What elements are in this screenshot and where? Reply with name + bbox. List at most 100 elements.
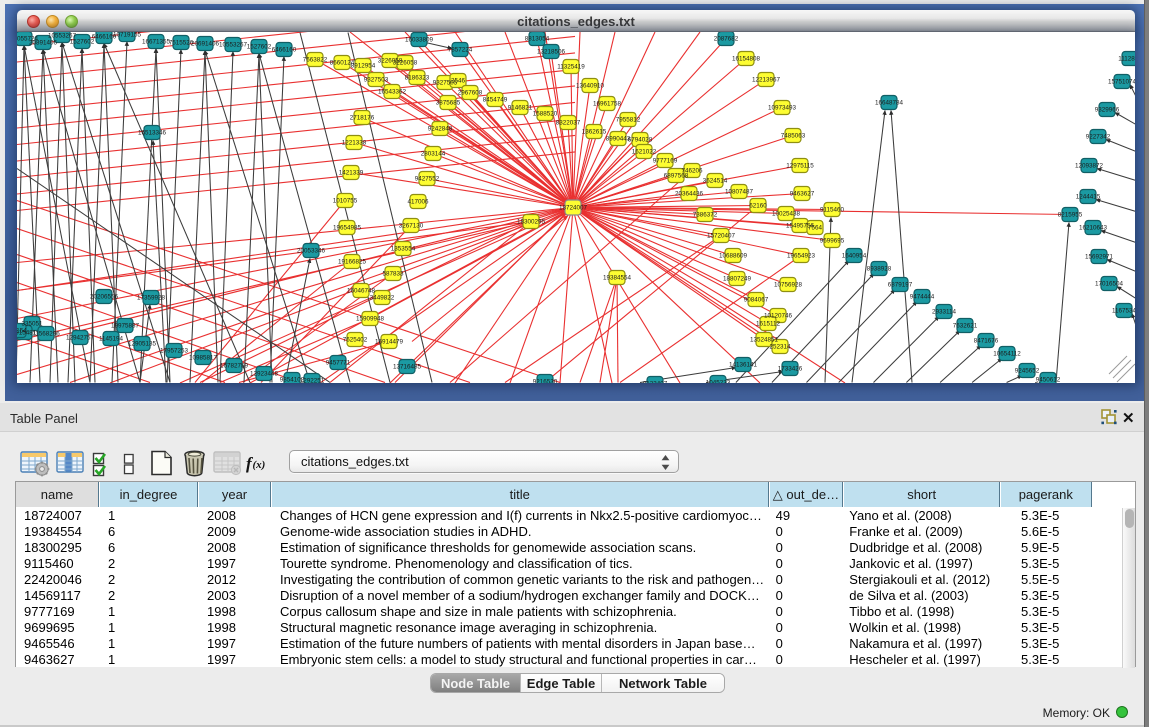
svg-text:15751074: 15751074 <box>1108 79 1135 86</box>
svg-text:1244415: 1244415 <box>1076 194 1101 201</box>
svg-text:6466160: 6466160 <box>272 47 297 54</box>
svg-text:13716485: 13716485 <box>393 364 422 371</box>
svg-text:16154808: 16154808 <box>732 56 761 63</box>
svg-text:9450612: 9450612 <box>1036 377 1061 384</box>
svg-text:16543362: 16543362 <box>378 89 407 96</box>
svg-text:17016504: 17016504 <box>1095 281 1124 288</box>
svg-text:8912954: 8912954 <box>351 63 376 70</box>
svg-text:1640954: 1640954 <box>842 253 867 260</box>
svg-text:39154: 39154 <box>17 328 27 335</box>
svg-text:746206: 746206 <box>681 168 703 175</box>
svg-text:7386372: 7386372 <box>693 212 718 219</box>
svg-text:62160: 62160 <box>749 203 767 210</box>
svg-text:16914479: 16914479 <box>375 339 404 346</box>
svg-text:1621022: 1621022 <box>632 149 657 156</box>
svg-text:2933114: 2933114 <box>932 309 957 316</box>
svg-text:7625402: 7625402 <box>343 337 368 344</box>
svg-text:9242848: 9242848 <box>428 126 453 133</box>
svg-text:1615112: 1615112 <box>756 321 781 328</box>
svg-text:1010755: 1010755 <box>333 198 358 205</box>
svg-text:10654112: 10654112 <box>993 351 1021 358</box>
svg-text:9216530: 9216530 <box>533 379 558 384</box>
svg-text:16671355: 16671355 <box>142 39 171 46</box>
svg-text:335051: 335051 <box>21 321 43 328</box>
svg-text:9329966: 9329966 <box>1095 107 1120 114</box>
svg-text:19166825: 19166825 <box>338 259 367 266</box>
svg-text:10719155: 10719155 <box>113 32 142 39</box>
svg-text:13218506: 13218506 <box>537 49 566 56</box>
svg-text:8322037: 8322037 <box>556 120 581 127</box>
svg-text:13640910: 13640910 <box>576 83 605 90</box>
svg-text:7564: 7564 <box>808 225 823 232</box>
svg-text:20364436: 20364436 <box>675 191 704 198</box>
svg-text:1421339: 1421339 <box>339 170 364 177</box>
svg-text:15909948: 15909948 <box>356 316 385 323</box>
svg-text:19975887: 19975887 <box>111 323 140 330</box>
svg-text:12905135: 12905135 <box>128 341 157 348</box>
svg-text:13524851: 13524851 <box>750 337 779 344</box>
svg-text:3226058: 3226058 <box>393 60 418 67</box>
svg-text:8186323: 8186323 <box>405 75 430 82</box>
svg-text:19654923: 19654923 <box>787 253 816 260</box>
svg-text:7663822: 7663822 <box>303 57 328 64</box>
svg-text:12923448: 12923448 <box>250 371 279 378</box>
svg-text:8813054: 8813054 <box>525 36 550 43</box>
svg-text:7485063: 7485063 <box>781 133 806 140</box>
svg-text:3875685: 3875685 <box>436 100 461 107</box>
svg-text:3449822: 3449822 <box>370 295 395 302</box>
svg-text:18807249: 18807249 <box>723 276 752 283</box>
svg-text:10985817: 10985817 <box>189 355 218 362</box>
svg-text:18300295: 18300295 <box>517 219 546 226</box>
svg-text:6879197: 6879197 <box>888 282 913 289</box>
svg-text:7632621: 7632621 <box>953 323 978 330</box>
svg-text:9227342: 9227342 <box>1086 134 1111 141</box>
svg-text:11325419: 11325419 <box>557 64 585 71</box>
svg-text:7955812: 7955812 <box>616 117 641 124</box>
svg-text:1112853: 1112853 <box>1118 56 1135 63</box>
svg-text:9327503: 9327503 <box>364 77 389 84</box>
svg-text:3267130: 3267130 <box>399 223 424 230</box>
svg-text:2803144: 2803144 <box>421 151 446 158</box>
svg-text:8454749: 8454749 <box>483 97 508 104</box>
svg-text:1353554: 1353554 <box>391 246 416 253</box>
svg-text:18724007: 18724007 <box>559 205 588 212</box>
svg-text:2546: 2546 <box>451 78 466 85</box>
svg-text:20891406: 20891406 <box>29 40 58 47</box>
svg-text:1045233: 1045233 <box>706 380 731 384</box>
svg-text:417006: 417006 <box>407 199 429 206</box>
svg-text:11568296: 11568296 <box>32 331 60 338</box>
svg-text:10756928: 10756928 <box>774 282 803 289</box>
svg-text:9463627: 9463627 <box>790 191 815 198</box>
svg-text:20691406: 20691406 <box>191 41 220 48</box>
svg-text:1527602: 1527602 <box>247 44 272 51</box>
svg-text:9474444: 9474444 <box>910 294 935 301</box>
svg-text:10025438: 10025438 <box>772 211 801 218</box>
svg-text:14136141: 14136141 <box>729 362 758 369</box>
svg-text:20053346: 20053346 <box>297 248 326 255</box>
svg-text:9457771: 9457771 <box>326 360 351 367</box>
svg-text:9245652: 9245652 <box>1015 368 1040 375</box>
svg-text:2967608: 2967608 <box>458 90 483 97</box>
svg-text:9115460: 9115460 <box>820 207 845 214</box>
svg-text:12942757: 12942757 <box>66 335 95 342</box>
svg-text:1588520: 1588520 <box>533 111 558 118</box>
svg-text:(x): (x) <box>253 459 266 471</box>
svg-text:10807487: 10807487 <box>725 189 754 196</box>
svg-text:19384554: 19384554 <box>603 275 632 282</box>
svg-text:12975115: 12975115 <box>786 163 814 170</box>
svg-text:8123407: 8123407 <box>643 381 668 384</box>
svg-text:12213967: 12213967 <box>752 77 781 84</box>
svg-text:10973493: 10973493 <box>768 105 797 112</box>
svg-text:10553267: 10553267 <box>219 42 248 49</box>
svg-text:1362615: 1362615 <box>582 129 607 136</box>
svg-text:16782759: 16782759 <box>220 363 249 370</box>
svg-text:9699695: 9699695 <box>820 238 845 245</box>
svg-text:7857224: 7857224 <box>448 47 473 54</box>
svg-text:8938928: 8938928 <box>867 266 892 273</box>
svg-text:17359928: 17359928 <box>137 295 166 302</box>
svg-text:16648784: 16648784 <box>875 100 904 107</box>
svg-text:15720407: 15720407 <box>707 233 736 240</box>
svg-text:9084067: 9084067 <box>744 297 769 304</box>
svg-text:1145194: 1145194 <box>99 336 124 343</box>
svg-text:9427552: 9427552 <box>415 176 440 183</box>
